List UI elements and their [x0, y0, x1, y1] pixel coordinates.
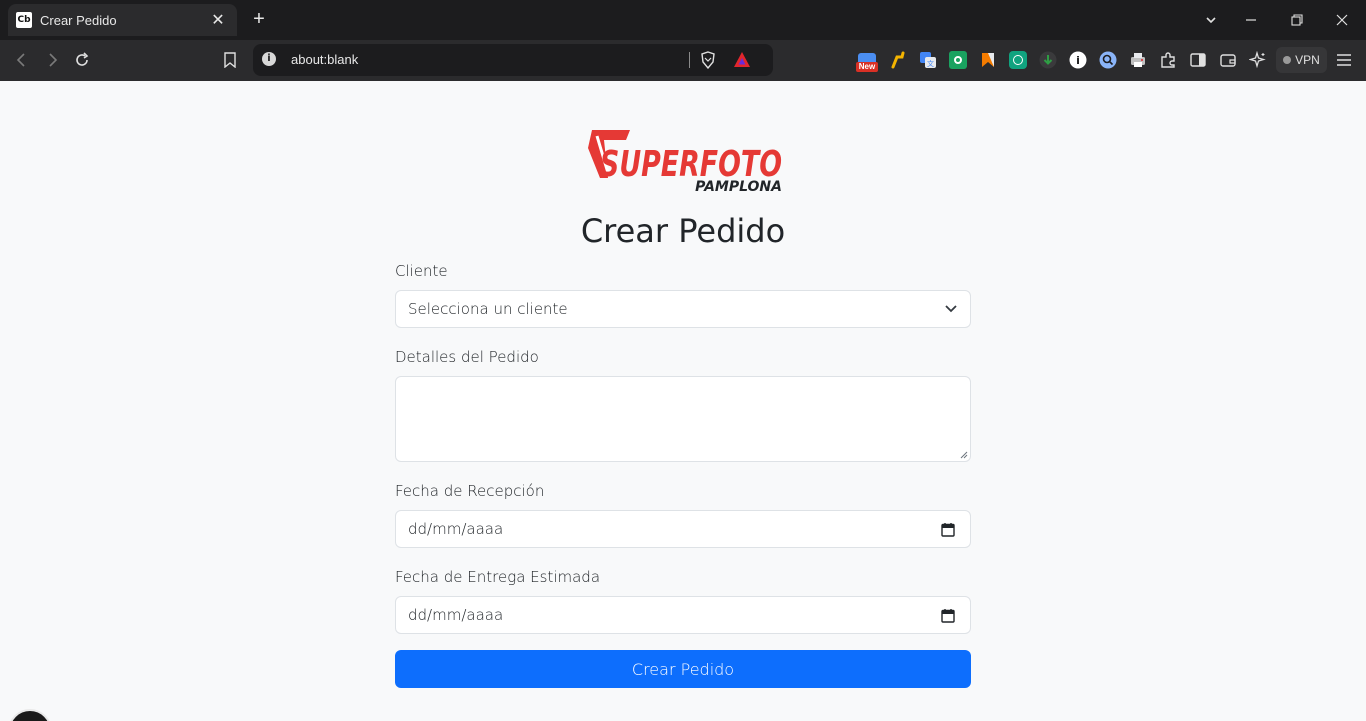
bolt-extension-icon[interactable]	[889, 51, 907, 69]
extensions-puzzle-icon[interactable]	[1157, 49, 1179, 71]
new-tab-button[interactable]: +	[248, 8, 270, 30]
chevron-down-icon	[945, 305, 957, 313]
cliente-selected-value: Selecciona un cliente	[408, 300, 568, 318]
fecha-entrega-label: Fecha de Entrega Estimada	[395, 568, 601, 586]
green-square-glyph	[954, 56, 962, 64]
menu-hamburger-icon[interactable]	[1333, 49, 1355, 71]
forward-icon[interactable]	[40, 48, 64, 72]
avatar[interactable]	[8, 709, 52, 721]
fecha-entrega-value: dd/mm/aaaa	[408, 606, 504, 624]
download-extension-icon[interactable]	[1039, 51, 1057, 69]
detalles-textarea[interactable]	[395, 376, 971, 462]
wallet-icon[interactable]	[1217, 49, 1239, 71]
vpn-label: VPN	[1295, 53, 1320, 67]
chatgpt-extension-icon[interactable]	[1009, 51, 1027, 69]
browser-tab[interactable]: Cb Crear Pedido ✕	[8, 4, 237, 36]
minimize-window-button[interactable]	[1239, 8, 1263, 32]
cliente-label: Cliente	[395, 262, 448, 280]
calendar-icon[interactable]	[941, 608, 955, 623]
url-divider	[689, 52, 690, 68]
sidebar-toggle-icon[interactable]	[1187, 49, 1209, 71]
logo-brand-bottom: PAMPLONA	[695, 179, 782, 194]
new-badge: New	[856, 62, 878, 72]
bookmark-icon[interactable]	[218, 48, 242, 72]
search-circle-extension-icon[interactable]	[1099, 51, 1117, 69]
fecha-recepcion-value: dd/mm/aaaa	[408, 520, 504, 538]
fecha-recepcion-input[interactable]: dd/mm/aaaa	[395, 510, 971, 548]
calendar-icon[interactable]	[941, 522, 955, 537]
chatgpt-glyph	[1013, 55, 1023, 65]
site-info-icon[interactable]: i	[262, 52, 276, 66]
crear-pedido-button[interactable]: Crear Pedido	[395, 650, 971, 688]
detalles-label: Detalles del Pedido	[395, 348, 539, 366]
tab-close-icon[interactable]: ✕	[209, 10, 227, 30]
page-title: Crear Pedido	[580, 212, 786, 250]
fecha-recepcion-label: Fecha de Recepción	[395, 482, 545, 500]
close-window-button[interactable]	[1330, 8, 1354, 32]
svg-text:i: i	[1076, 54, 1080, 67]
printer-extension-icon[interactable]	[1129, 51, 1147, 69]
superfoto-logo: SUPERFOTO PAMPLONA	[588, 130, 782, 194]
resize-grip-icon[interactable]	[959, 450, 968, 459]
orange-flag-extension-icon[interactable]	[979, 51, 997, 69]
brave-shields-icon[interactable]	[700, 51, 716, 69]
info-circle-extension-icon[interactable]: i	[1069, 51, 1087, 69]
tab-search-chevron-icon[interactable]	[1199, 8, 1223, 32]
leo-ai-sparkle-icon[interactable]	[1247, 49, 1269, 71]
back-icon[interactable]	[10, 48, 34, 72]
fecha-entrega-input[interactable]: dd/mm/aaaa	[395, 596, 971, 634]
translate-extension-icon[interactable]: 文	[919, 51, 937, 69]
url-text[interactable]: about:blank	[291, 52, 358, 67]
tab-favicon-icon: Cb	[16, 12, 32, 28]
green-square-extension-icon[interactable]	[949, 51, 967, 69]
vpn-status-dot	[1283, 56, 1292, 64]
address-bar[interactable]: i about:blank	[253, 44, 773, 76]
svg-text:文: 文	[927, 59, 934, 68]
restore-window-button[interactable]	[1285, 8, 1309, 32]
reload-icon[interactable]	[70, 48, 94, 72]
cliente-select[interactable]: Selecciona un cliente	[395, 290, 971, 328]
tab-title: Crear Pedido	[40, 12, 117, 28]
tab-strip: Cb Crear Pedido ✕ +	[0, 0, 1366, 40]
new-badge-extension-icon[interactable]: New	[856, 53, 878, 72]
vpn-button[interactable]: VPN	[1276, 47, 1327, 73]
brave-rewards-icon[interactable]	[733, 51, 751, 69]
browser-toolbar: i about:blank New 文 i VPN	[0, 40, 1366, 81]
